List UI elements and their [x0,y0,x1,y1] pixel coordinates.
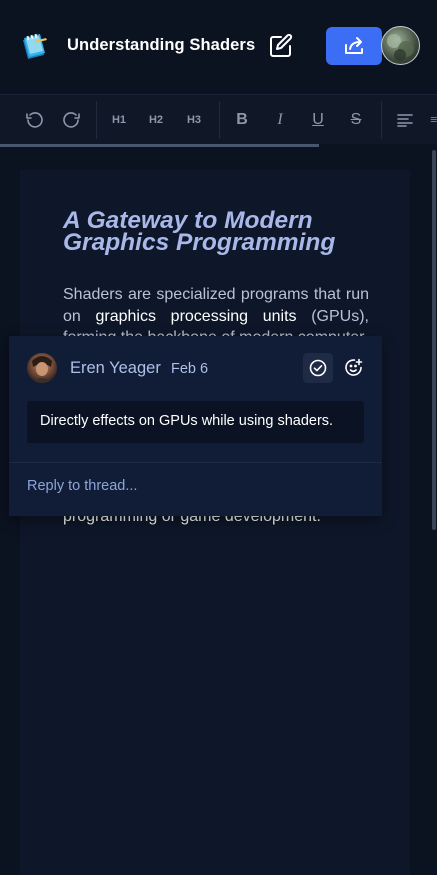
document-heading: A Gateway to Modern Graphics Programming [63,207,336,256]
align-left-icon[interactable] [391,95,419,145]
reply-input[interactable]: Reply to thread... [27,478,137,494]
share-icon [345,37,363,54]
app-header: Understanding Shaders [0,0,437,94]
redo-icon[interactable] [58,95,86,145]
reading-progress-fill [0,144,319,147]
comment-author-avatar [27,353,57,383]
emoji-add-icon[interactable] [339,353,369,383]
comment-thread: Eren Yeager Feb 6 Directly effects on GP… [9,336,382,516]
comment-date: Feb 6 [171,361,209,377]
comment-divider [9,462,382,463]
highlighted-text[interactable]: graphics processing units [96,308,297,325]
underline-button[interactable]: U [304,95,332,145]
toolbar-divider [381,101,382,139]
comment-text: Directly effects on GPUs while using sha… [40,413,334,429]
more-icon[interactable] [429,95,437,145]
comment-body: Directly effects on GPUs while using sha… [27,401,364,443]
italic-button[interactable]: I [266,95,294,145]
document-title: Understanding Shaders [67,36,256,54]
share-button[interactable] [326,27,382,65]
comment-author[interactable]: Eren Yeager [70,359,161,378]
bold-button[interactable]: B [228,95,256,145]
heading-1-button[interactable]: H1 [105,95,133,145]
heading-2-button[interactable]: H2 [142,95,170,145]
undo-icon[interactable] [20,95,48,145]
user-avatar[interactable] [381,26,420,65]
formatting-toolbar: H1 H2 H3 B I U S [0,94,437,144]
edit-title-icon[interactable] [268,33,294,59]
check-circle-icon[interactable] [303,353,333,383]
toolbar-divider [219,101,220,139]
scrollbar[interactable] [432,150,436,530]
toolbar-divider [96,101,97,139]
strikethrough-button[interactable]: S [342,95,370,145]
heading-3-button[interactable]: H3 [180,95,208,145]
reading-progress [0,144,437,147]
notepad-icon[interactable] [20,31,48,61]
